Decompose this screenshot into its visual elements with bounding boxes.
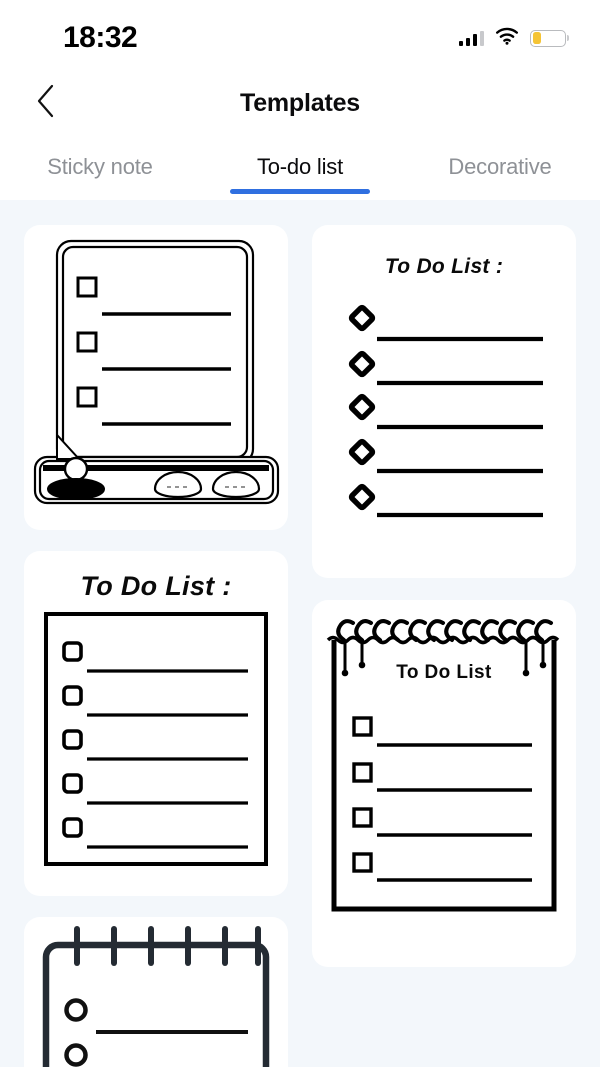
- status-bar-clock: 18:32: [63, 21, 138, 54]
- template-title: To Do List :: [384, 255, 504, 278]
- status-bar-icons: [458, 27, 566, 50]
- status-bar: 18:32: [0, 0, 600, 72]
- battery-level-fill: [532, 32, 542, 44]
- template-preview: [24, 551, 288, 896]
- template-card-diamond-bullet-list[interactable]: To Do List :: [312, 225, 576, 578]
- battery-icon: [530, 29, 566, 47]
- template-card-framed-checkbox-list[interactable]: To Do List :: [24, 551, 288, 896]
- template-card-spiral-notepad-list[interactable]: To Do List: [312, 600, 576, 967]
- tab-label: To-do list: [256, 154, 344, 179]
- chevron-left-icon: [36, 84, 56, 123]
- template-category-tabs: Sticky note To-do list Decorative: [0, 134, 600, 200]
- nav-header: Templates: [0, 72, 600, 134]
- tab-sticky-note[interactable]: Sticky note: [0, 134, 200, 200]
- template-title: To Do List :: [80, 571, 232, 601]
- template-preview: [312, 600, 576, 967]
- cellular-bars-icon: [458, 30, 484, 46]
- tab-decorative[interactable]: Decorative: [400, 134, 600, 200]
- tab-label: Decorative: [448, 154, 552, 179]
- page-title: Templates: [239, 88, 360, 117]
- template-card-whiteboard-easel-checklist[interactable]: [24, 225, 288, 530]
- wifi-icon: [495, 27, 519, 50]
- tab-to-do-list[interactable]: To-do list: [200, 134, 400, 200]
- template-preview: [24, 225, 288, 530]
- tab-underline: [230, 189, 370, 194]
- tab-underline: [30, 189, 170, 194]
- tab-label: Sticky note: [47, 154, 153, 179]
- tab-underline: [430, 189, 570, 194]
- template-gallery: To Do List : To Do List: To Do List: [0, 200, 600, 1067]
- template-title: To Do List: [396, 662, 492, 683]
- template-preview: [24, 917, 288, 1067]
- back-button[interactable]: [24, 81, 68, 125]
- template-card-ring-notepad-list[interactable]: [24, 917, 288, 1067]
